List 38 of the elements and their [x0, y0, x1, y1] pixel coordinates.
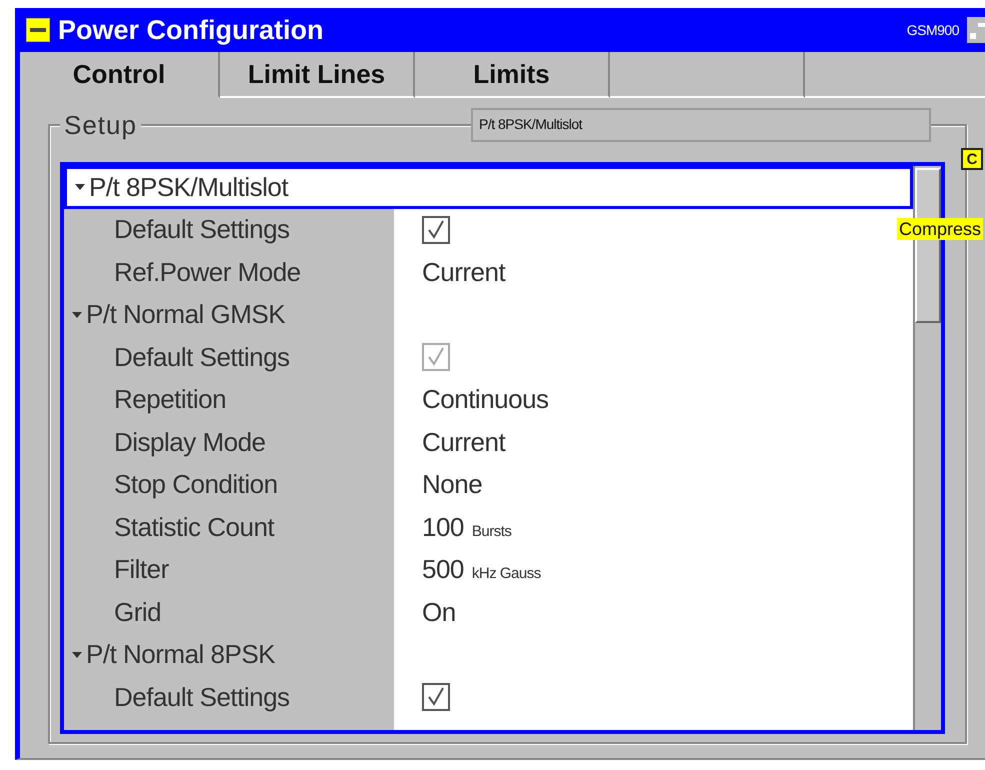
setting-value[interactable]: 100: [422, 512, 464, 543]
group-title: P/t 8PSK/Multislot: [89, 172, 288, 203]
setting-label: Stop Condition: [114, 469, 278, 500]
group-header[interactable]: P/t Normal 8PSK: [64, 634, 913, 676]
group-title: P/t Normal 8PSK: [86, 639, 276, 670]
setting-label: Ref.Power Mode: [114, 256, 301, 287]
unit-label: kHz Gauss: [472, 565, 541, 582]
setting-label: Default Settings: [114, 214, 290, 244]
collapse-icon[interactable]: [72, 310, 82, 319]
window-menu-icon[interactable]: [26, 18, 50, 42]
compress-button[interactable]: C: [961, 148, 983, 170]
unit-label: Bursts: [472, 522, 512, 540]
window-title: Power Configuration: [58, 14, 324, 46]
group-header[interactable]: P/t Normal GMSK: [64, 294, 913, 336]
tab[interactable]: Limits: [415, 52, 610, 98]
setting-value[interactable]: On: [422, 596, 456, 628]
tooltip: Compress: [896, 218, 983, 240]
group-title: P/t Normal GMSK: [86, 299, 286, 330]
setting-value[interactable]: Current: [422, 426, 506, 458]
setting-value[interactable]: Continuous: [422, 384, 549, 416]
setting-label: Default Settings: [114, 682, 290, 712]
setting-value[interactable]: 500: [422, 554, 464, 586]
setting-label: Filter: [114, 554, 169, 584]
collapse-icon[interactable]: [72, 650, 82, 659]
setting-label: Grid: [114, 596, 162, 627]
setting-value[interactable]: Current: [422, 256, 506, 288]
group-header[interactable]: P/t 8PSK/Multislot: [64, 166, 913, 208]
setting-label: Repetition: [114, 384, 226, 414]
checkbox[interactable]: [422, 683, 450, 712]
checkbox[interactable]: [422, 216, 450, 244]
setting-label: Statistic Count: [114, 512, 274, 542]
setting-value[interactable]: None: [422, 469, 482, 500]
collapse-icon[interactable]: [75, 183, 85, 192]
band-label: GSM900: [906, 22, 959, 38]
setting-label: Display Mode: [114, 426, 266, 457]
tab[interactable]: Limit Lines: [220, 52, 415, 98]
section-combo[interactable]: P/t 8PSK/Multislot: [471, 108, 931, 142]
setting-label: Default Settings: [114, 342, 290, 372]
